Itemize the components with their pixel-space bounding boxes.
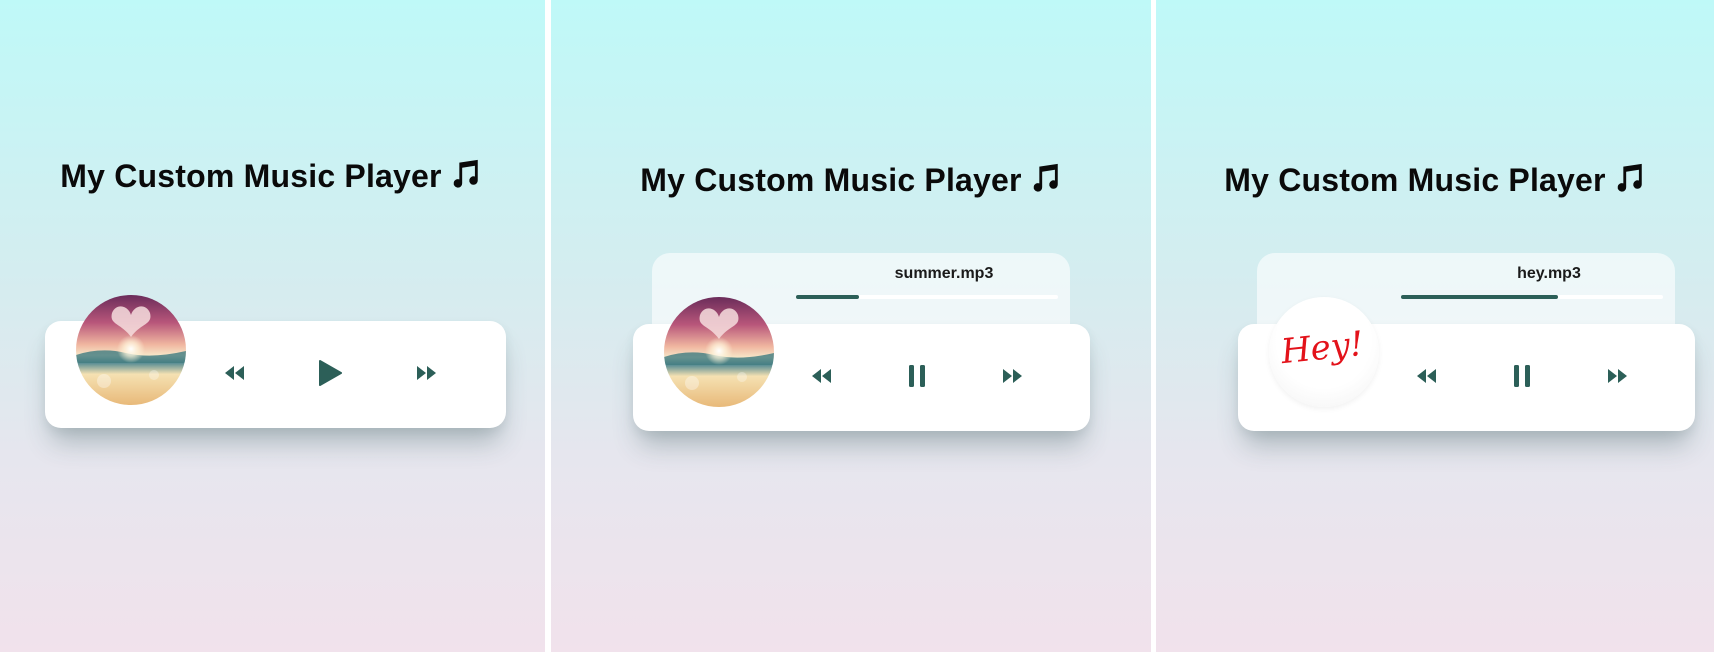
cover-text: Hey!	[1278, 324, 1365, 373]
music-note-icon	[1617, 163, 1642, 192]
album-cover	[76, 295, 186, 405]
page-title-text: My Custom Music Player	[640, 162, 1022, 198]
backward-icon[interactable]	[224, 365, 246, 381]
progress-fill	[796, 295, 859, 299]
forward-icon[interactable]	[1606, 368, 1628, 384]
play-icon[interactable]	[318, 360, 342, 386]
progress-bar[interactable]	[796, 295, 1058, 299]
forward-icon[interactable]	[415, 365, 437, 381]
pause-icon[interactable]	[907, 364, 927, 388]
player-panel-1: My Custom Music Player	[0, 0, 545, 652]
page-title-text: My Custom Music Player	[1224, 162, 1606, 198]
progress-bar[interactable]	[1401, 295, 1663, 299]
album-cover	[664, 297, 774, 407]
progress-fill	[1401, 295, 1559, 299]
backward-icon[interactable]	[1416, 368, 1438, 384]
player-panel-2: My Custom Music Player summer.mp3	[551, 0, 1151, 652]
player-panel-3: My Custom Music Player hey.mp3 Hey!	[1156, 0, 1714, 652]
forward-icon[interactable]	[1001, 368, 1023, 384]
page-title: My Custom Music Player	[0, 157, 545, 195]
track-name: hey.mp3	[1517, 265, 1581, 282]
pause-icon[interactable]	[1512, 364, 1532, 388]
music-note-icon	[1033, 163, 1058, 192]
page-title-text: My Custom Music Player	[60, 158, 442, 194]
album-cover: Hey!	[1269, 297, 1379, 407]
page-title: My Custom Music Player	[551, 161, 1151, 199]
backward-icon[interactable]	[811, 368, 833, 384]
music-note-icon	[453, 159, 478, 188]
page-title: My Custom Music Player	[1156, 161, 1714, 199]
track-name: summer.mp3	[894, 265, 994, 282]
